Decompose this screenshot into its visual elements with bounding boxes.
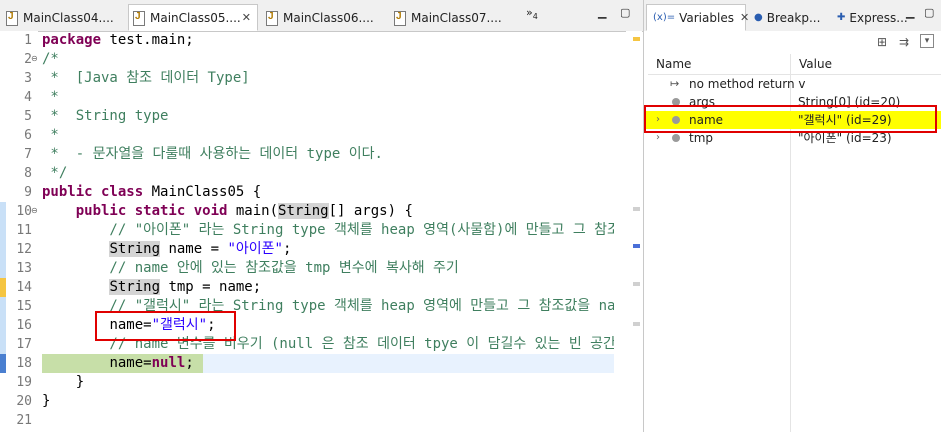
tab-mainclass07[interactable]: MainClass07....	[390, 4, 516, 31]
code-line: // "아이폰" 라는 String type 객체를 heap 영역(사물함)…	[42, 222, 614, 238]
code-line: // name 안에 있는 참조값을 tmp 변수에 복사해 주기	[42, 260, 459, 276]
line-number-gutter: 1 2 3 4 5 6 7 8 9 10 11 12 13 14 15 16 1…	[0, 31, 38, 432]
minimize-icon[interactable]: ▁	[906, 6, 914, 19]
gutter-marker	[0, 240, 6, 259]
code-line: public static void main(String[] args) {	[75, 203, 413, 219]
line-number: 11	[16, 223, 32, 238]
occurrence-marker	[633, 322, 640, 326]
show-type-names-icon[interactable]: ⊞	[874, 34, 890, 50]
line-number: 20	[16, 394, 32, 409]
fold-collapse-icon[interactable]: ⊖	[31, 54, 38, 63]
code-line: * String type	[42, 108, 169, 124]
line-number: 1	[24, 33, 32, 48]
gutter-marker	[0, 221, 6, 240]
variables-toolbar: ⊞ ⇉ ▾	[644, 31, 941, 53]
code-line: *	[42, 89, 59, 105]
line-number: 9	[24, 185, 32, 200]
code-line: String name = "아이폰";	[109, 241, 292, 257]
line-number: 2	[24, 52, 32, 67]
line-number: 6	[24, 128, 32, 143]
line-number: 14	[16, 280, 32, 295]
fold-collapse-icon[interactable]: ⊖	[31, 206, 38, 215]
local-variable-icon	[672, 134, 680, 142]
line-number: 12	[16, 242, 32, 257]
line-number: 15	[16, 299, 32, 314]
gutter-marker	[0, 335, 6, 354]
line-number: 17	[16, 337, 32, 352]
tab-breakpoints[interactable]: ● Breakp...	[754, 4, 820, 31]
tab-mainclass05[interactable]: MainClass05.... ✕	[128, 4, 258, 31]
line-number: 7	[24, 147, 32, 162]
variables-view: (x)= Variables ✕ ● Breakp... ✚ Express..…	[644, 0, 941, 432]
code-line: package test.main;	[42, 32, 194, 48]
java-file-icon	[266, 10, 278, 26]
code-line: String tmp = name;	[109, 279, 262, 295]
gutter-marker	[0, 259, 6, 278]
java-file-icon	[133, 10, 145, 26]
line-number: 16	[16, 318, 32, 333]
gutter-marker	[0, 316, 6, 335]
maximize-icon[interactable]: ▢	[620, 6, 630, 19]
expressions-icon: ✚	[837, 12, 846, 23]
gutter-marker	[0, 202, 6, 221]
code-line: *	[42, 127, 59, 143]
java-file-icon	[394, 10, 406, 26]
code-editor[interactable]: MainClass04.... MainClass05.... ✕ MainCl…	[0, 0, 644, 432]
line-number: 18	[16, 356, 32, 371]
annotation-red-box	[95, 311, 236, 341]
occurrence-marker	[633, 244, 640, 248]
column-header-name[interactable]: Name	[656, 54, 691, 74]
occurrence-marker	[633, 282, 640, 286]
tab-expressions[interactable]: ✚ Express...	[837, 4, 908, 31]
line-number: 10	[16, 204, 32, 219]
tab-mainclass06[interactable]: MainClass06....	[262, 4, 388, 31]
instruction-pointer-icon	[0, 354, 6, 373]
variable-row[interactable]: ↦ no method return v	[644, 75, 941, 93]
method-return-icon: ↦	[670, 77, 680, 90]
line-number: 5	[24, 109, 32, 124]
maximize-icon[interactable]: ▢	[924, 6, 934, 19]
code-line: * [Java 참조 데이터 Type]	[42, 70, 250, 86]
code-text-area[interactable]: package test.main; /* * [Java 참조 데이터 Typ…	[42, 31, 614, 432]
line-number: 19	[16, 375, 32, 390]
line-number: 8	[24, 166, 32, 181]
code-line: public class MainClass05 {	[42, 184, 262, 200]
debug-view-tab-bar: (x)= Variables ✕ ● Breakp... ✚ Express..…	[644, 0, 941, 32]
column-header-value[interactable]: Value	[799, 54, 832, 74]
tab-variables[interactable]: (x)= Variables ✕	[646, 4, 749, 31]
java-file-icon	[6, 10, 18, 26]
occurrence-marker	[633, 207, 640, 211]
breakpoint-icon: ●	[754, 12, 763, 23]
view-menu-icon[interactable]: ▾	[920, 34, 934, 48]
minimize-icon[interactable]: ▁	[598, 6, 606, 19]
close-icon[interactable]: ✕	[740, 11, 749, 24]
close-icon[interactable]: ✕	[242, 11, 251, 24]
code-line: /*	[42, 51, 59, 67]
line-number: 4	[24, 90, 32, 105]
code-line: }	[42, 374, 85, 390]
code-line: name=null;	[109, 355, 194, 371]
line-number: 3	[24, 71, 32, 86]
line-number: 13	[16, 261, 32, 276]
annotation-red-box	[644, 105, 937, 133]
warning-marker	[633, 37, 640, 41]
code-line: * - 문자열을 다룰때 사용하는 데이터 type 이다.	[42, 146, 383, 162]
gutter-marker	[0, 297, 6, 316]
variables-icon: (x)=	[653, 12, 676, 23]
editor-tab-bar: MainClass04.... MainClass05.... ✕ MainCl…	[0, 0, 643, 32]
tab-overflow-button[interactable]: »4	[526, 6, 538, 21]
code-line: }	[42, 393, 51, 409]
collapse-all-icon[interactable]: ⇉	[896, 34, 912, 50]
tab-mainclass04[interactable]: MainClass04....	[2, 4, 128, 31]
warning-icon	[0, 278, 6, 297]
line-number: 21	[16, 413, 32, 428]
code-line: */	[42, 165, 68, 181]
overview-ruler[interactable]	[626, 31, 642, 432]
